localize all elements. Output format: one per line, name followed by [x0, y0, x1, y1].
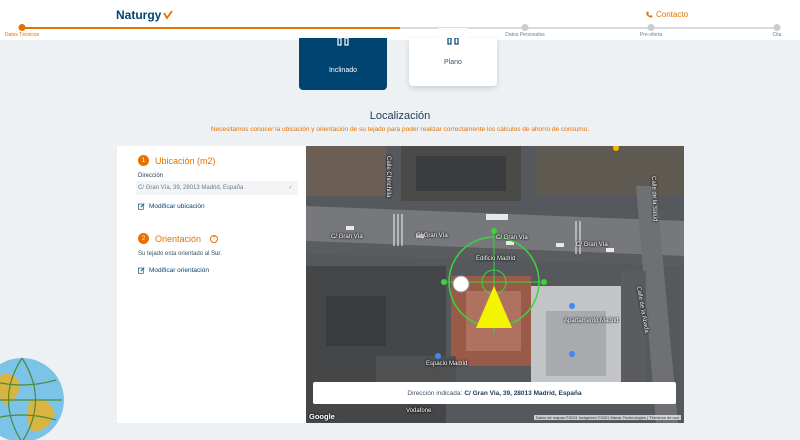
- step-dot-datos-tecnicos[interactable]: [18, 24, 26, 31]
- step-label-pre-oferta[interactable]: Pre-oferta: [640, 32, 662, 38]
- step-dot-datos-personales[interactable]: [521, 24, 529, 31]
- modificar-orientacion-link[interactable]: Modificar orientación: [138, 267, 209, 274]
- map-street-label: C/ Gran Vía: [496, 235, 528, 241]
- edit-icon: [138, 267, 145, 274]
- help-icon[interactable]: ?: [210, 234, 219, 243]
- header: Naturgy Contacto Datos Técnicos Datos Pe…: [0, 0, 800, 40]
- step-dot-pre-oferta[interactable]: [647, 24, 655, 31]
- modificar-orientacion-label: Modificar orientación: [149, 267, 209, 274]
- orientacion-section-header: 2 Orientación ?: [138, 233, 219, 244]
- progress-bar: [22, 27, 778, 29]
- inclined-roof-icon: [337, 38, 349, 46]
- globe-illustration-icon: [0, 357, 64, 440]
- contact-label: Contacto: [656, 10, 689, 19]
- step-label-datos-tecnicos[interactable]: Datos Técnicos: [5, 32, 39, 38]
- google-logo: Google: [309, 412, 335, 421]
- direccion-field[interactable]: C/ Gran Vía, 39, 28013 Madrid, España ✓: [136, 181, 298, 195]
- direccion-value: C/ Gran Vía, 39, 28013 Madrid, España: [138, 185, 244, 191]
- ubicacion-title: Ubicación (m2): [155, 155, 216, 166]
- step-number-badge: 2: [138, 233, 149, 244]
- contact-link[interactable]: Contacto: [645, 10, 688, 19]
- location-form-panel: 1 Ubicación (m2) Dirección C/ Gran Vía, …: [117, 146, 306, 423]
- modificar-ubicacion-link[interactable]: Modificar ubicación: [138, 203, 205, 210]
- map-street-label: C/ Gran Vía: [416, 233, 448, 239]
- step-number-badge: 1: [138, 155, 149, 166]
- orientacion-title: Orientación: [155, 233, 202, 244]
- logo-mark-icon: [163, 10, 174, 20]
- progress-fill: [22, 27, 400, 29]
- map-poi-label: Vodafone: [406, 408, 432, 414]
- direccion-label: Dirección: [138, 173, 164, 179]
- orientacion-prefix: Su tejado esta orientado al: [138, 251, 210, 257]
- orientacion-description: Su tejado esta orientado al Sur.: [138, 251, 222, 257]
- direccion-indicada-bar: Dirección indicada: C/ Gran Via, 39, 280…: [313, 382, 676, 404]
- naturgy-logo[interactable]: Naturgy: [116, 8, 174, 22]
- roof-type-inclinado-label: Inclinado: [328, 67, 358, 74]
- satellite-map[interactable]: C/ Gran Vía C/ Gran Vía C/ Gran Vía C/ G…: [306, 146, 684, 423]
- flat-roof-icon: [447, 38, 459, 45]
- step-dot-cita[interactable]: [773, 24, 781, 31]
- roof-type-plano-card[interactable]: Plano: [409, 28, 497, 86]
- check-icon: ✓: [287, 185, 293, 191]
- direccion-indicada-label: Dirección indicada:: [407, 389, 463, 397]
- roof-type-inclinado-card[interactable]: Inclinado: [299, 38, 387, 90]
- map-street-label: C/ Gran Vía: [576, 242, 608, 248]
- map-street-label: Calle Chinchilla: [385, 156, 391, 198]
- orientacion-value: Sur.: [211, 251, 222, 257]
- ubicacion-section-header: 1 Ubicación (m2): [138, 155, 216, 166]
- phone-icon: [646, 11, 653, 18]
- step-label-cita[interactable]: Cita: [773, 32, 782, 38]
- modificar-ubicacion-label: Modificar ubicación: [149, 203, 205, 210]
- localizacion-subtitle: Necesitamos conocer la ubicación y orien…: [210, 126, 590, 133]
- map-poi-label: Apartamento Madrid: [564, 318, 619, 324]
- roof-type-plano-label: Plano: [444, 59, 462, 66]
- plano-icon-holder: [438, 28, 468, 48]
- map-poi-label: Espacio Madrid: [426, 361, 468, 367]
- direccion-indicada-value: C/ Gran Via, 39, 28013 Madrid, España: [464, 389, 582, 397]
- map-attribution[interactable]: Datos de mapas ©2021 Imágenes ©2021 Maxa…: [533, 415, 681, 420]
- logo-text: Naturgy: [116, 8, 162, 22]
- localizacion-title: Localización: [369, 110, 431, 122]
- map-poi-label: Edificio Madrid: [476, 256, 516, 262]
- edit-icon: [138, 203, 145, 210]
- map-street-label: C/ Gran Vía: [331, 234, 363, 240]
- step-label-datos-personales[interactable]: Datos Personales: [505, 32, 544, 38]
